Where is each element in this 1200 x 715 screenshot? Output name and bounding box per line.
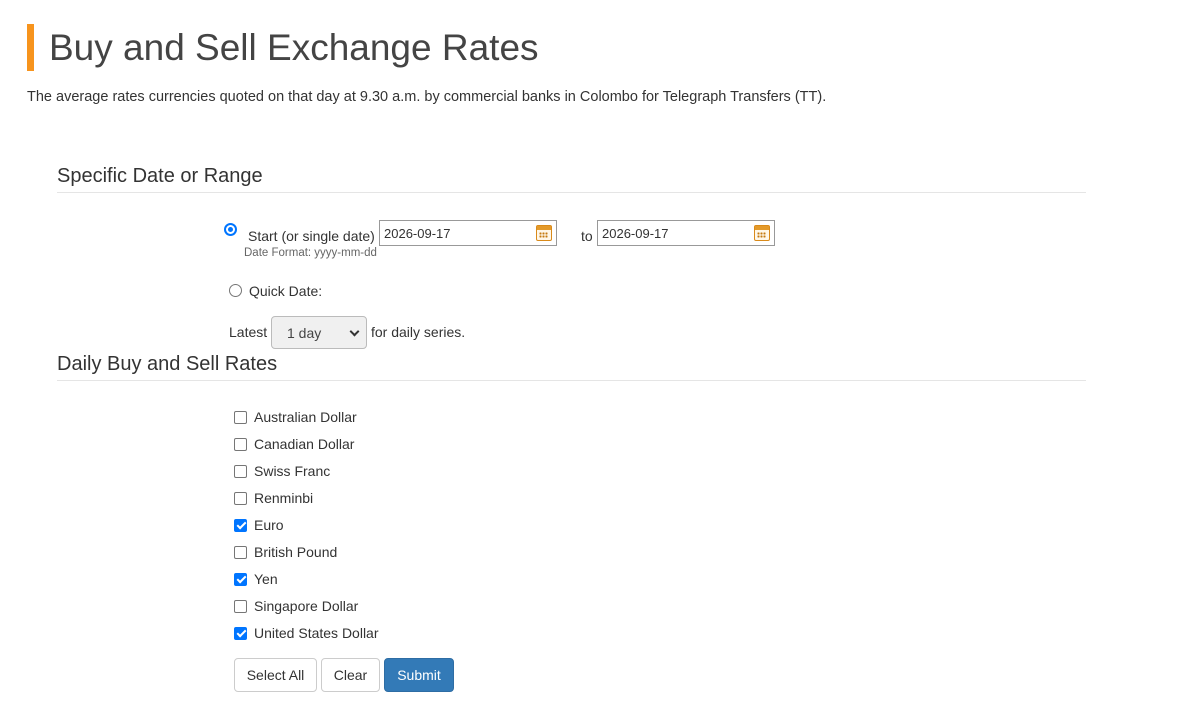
rates-section-heading: Daily Buy and Sell Rates	[57, 353, 1086, 381]
page-title: Buy and Sell Exchange Rates	[49, 27, 539, 68]
daily-series-label: for daily series.	[371, 324, 466, 340]
currency-option[interactable]: Yen	[234, 569, 278, 589]
currency-checkbox[interactable]	[234, 464, 247, 478]
currency-label: British Pound	[254, 544, 338, 560]
currency-label: Canadian Dollar	[254, 436, 355, 452]
end-date-input[interactable]: 2026-09-17	[597, 220, 775, 246]
date-section-heading: Specific Date or Range	[57, 165, 1086, 193]
currency-option[interactable]: Canadian Dollar	[234, 434, 354, 454]
page-title-bar: Buy and Sell Exchange Rates	[27, 24, 539, 71]
latest-label: Latest	[229, 324, 268, 340]
end-date-value: 2026-09-17	[602, 225, 669, 241]
date-format-hint: Date Format: yyyy-mm-dd	[244, 247, 377, 259]
currency-label: Australian Dollar	[254, 409, 357, 425]
page-intro: The average rates currencies quoted on t…	[27, 89, 827, 105]
currency-option[interactable]: Singapore Dollar	[234, 596, 358, 616]
currency-label: Swiss Franc	[254, 463, 331, 479]
currency-label: United States Dollar	[254, 625, 379, 641]
currency-checkbox[interactable]	[234, 545, 247, 559]
currency-label: Singapore Dollar	[254, 598, 359, 614]
currency-option[interactable]: Renminbi	[234, 488, 313, 508]
submit-button[interactable]: Submit	[384, 658, 454, 692]
currency-option[interactable]: Euro	[234, 515, 284, 535]
latest-period-select[interactable]: 1 day	[271, 316, 367, 349]
chevron-down-icon	[349, 326, 360, 337]
currency-checkbox[interactable]	[234, 410, 247, 424]
currency-checkbox[interactable]	[234, 518, 247, 532]
currency-checkbox[interactable]	[234, 572, 247, 586]
currency-checkbox[interactable]	[234, 491, 247, 505]
currency-label: Euro	[254, 517, 284, 533]
currency-checkbox[interactable]	[234, 599, 247, 613]
currency-option[interactable]: United States Dollar	[234, 623, 379, 643]
start-date-value: 2026-09-17	[384, 225, 451, 241]
start-date-input[interactable]: 2026-09-17	[379, 220, 557, 246]
quick-date-radio[interactable]	[229, 284, 242, 297]
currency-option[interactable]: Swiss Franc	[234, 461, 330, 481]
clear-button[interactable]: Clear	[321, 658, 380, 692]
currency-label: Yen	[254, 571, 278, 587]
calendar-icon[interactable]	[536, 225, 552, 241]
select-all-button[interactable]: Select All	[234, 658, 317, 692]
currency-checkbox[interactable]	[234, 626, 247, 640]
calendar-icon[interactable]	[754, 225, 770, 241]
to-label: to	[581, 228, 593, 244]
currency-option[interactable]: Australian Dollar	[234, 407, 357, 427]
range-radio-label: Start (or single date)	[248, 228, 375, 244]
currency-label: Renminbi	[254, 490, 314, 506]
currency-option[interactable]: British Pound	[234, 542, 337, 562]
currency-checkbox[interactable]	[234, 437, 247, 451]
range-radio[interactable]	[224, 223, 237, 236]
quick-date-label: Quick Date:	[249, 283, 323, 299]
latest-period-value: 1 day	[287, 324, 322, 341]
